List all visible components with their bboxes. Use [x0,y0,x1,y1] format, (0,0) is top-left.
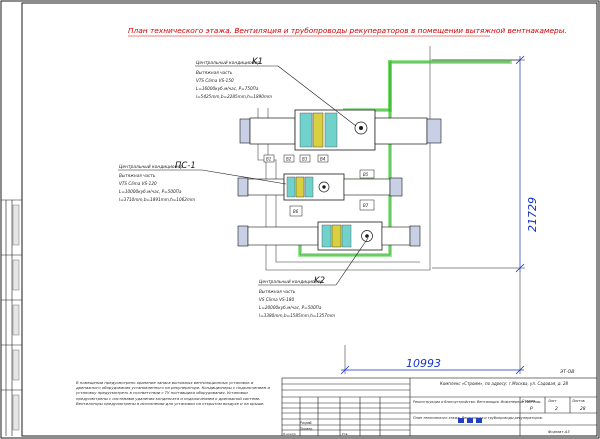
drawing-sheet: План технического этажа. Вентиляция и тр… [0,0,600,439]
svg-text:L=10000куб.м/час, P=500Па: L=10000куб.м/час, P=500Па [119,189,182,194]
svg-text:Центральный кондиционер: Центральный кондиционер [119,164,183,170]
left-binding-strip [1,199,22,436]
svg-text:Листов: Листов [571,399,585,403]
svg-text:Р: Р [530,406,533,412]
title-block-text: ЭТ-ОВ Комплекс «Строим», по адресу: г.Мо… [283,369,586,436]
svg-text:Лист: Лист [547,399,558,403]
unit-k2[interactable] [237,221,421,251]
svg-text:Формат А3: Формат А3 [548,429,570,434]
dim-horizontal-value: 10993 [406,357,441,370]
svg-text:ПС-1: ПС-1 [175,161,196,171]
svg-text:l=5425mm,b=2285mm,h=1890mm: l=5425mm,b=2285mm,h=1890mm [196,94,272,99]
svg-text:Вытяжная часть: Вытяжная часть [259,289,296,294]
svg-text:VTS Clima VS-150: VTS Clima VS-150 [196,78,234,83]
svg-text:L=20000куб.м/час, P=500Па: L=20000куб.м/час, P=500Па [259,305,322,310]
svg-text:В7: В7 [363,203,369,208]
unit-k1[interactable] [239,109,442,151]
svg-text:2: 2 [555,406,558,412]
svg-text:Реконструкция и благоустройств: Реконструкция и благоустройство. Вентиля… [413,400,541,404]
svg-text:Центральный кондиционер: Центральный кондиционер [196,60,260,66]
svg-text:VTS Clima VS-120: VTS Clima VS-120 [119,181,157,186]
svg-text:В3: В3 [302,157,308,162]
unit-ps1[interactable] [237,173,403,201]
sheet-inner-frame [21,2,598,437]
svg-text:Провер.: Провер. [300,427,313,431]
dimension-horizontal: 10993 [340,272,525,375]
svg-text:В6: В6 [293,209,299,214]
svg-text:K1: K1 [252,57,263,67]
drawing-title: План технического этажа. Вентиляция и тр… [128,26,567,35]
svg-text:В2: В2 [286,157,292,162]
svg-text:Утв.: Утв. [342,432,348,436]
stamp-marks [458,418,482,423]
svg-text:Вытяжная часть: Вытяжная часть [119,173,156,178]
svg-text:Разраб.: Разраб. [300,421,313,425]
sheet-outer-border [0,0,600,439]
svg-text:28: 28 [580,406,586,412]
svg-text:l=3380mm,b=1585mm,h=1357mm: l=3380mm,b=1585mm,h=1357mm [259,313,335,318]
svg-text:VS Clima VS-180: VS Clima VS-180 [259,297,294,302]
drawing-canvas: План технического этажа. Вентиляция и тр… [0,0,600,439]
dim-vertical-value: 21729 [526,197,539,232]
svg-text:L=16000куб.м/час, P=750Па: L=16000куб.м/час, P=750Па [196,86,259,91]
svg-text:ЭТ-ОВ: ЭТ-ОВ [559,369,574,375]
svg-text:В1: В1 [266,157,271,162]
svg-text:Комплекс «Строим», по адресу:: Комплекс «Строим», по адресу: г.Москва, … [440,381,569,386]
general-notes: В помещении предусмотрено хранение запас… [76,380,270,406]
svg-text:l=3710mm,b=1891mm,h=1062mm: l=3710mm,b=1891mm,h=1062mm [119,197,195,202]
svg-text:Н.контр.: Н.контр. [283,432,296,436]
dimension-vertical: 21729 [432,55,539,273]
title-block [281,377,598,437]
svg-text:В5: В5 [363,172,369,177]
svg-text:В4: В4 [320,157,326,162]
svg-text:Вытяжная часть: Вытяжная часть [196,70,233,75]
svg-text:K2: K2 [314,276,325,286]
